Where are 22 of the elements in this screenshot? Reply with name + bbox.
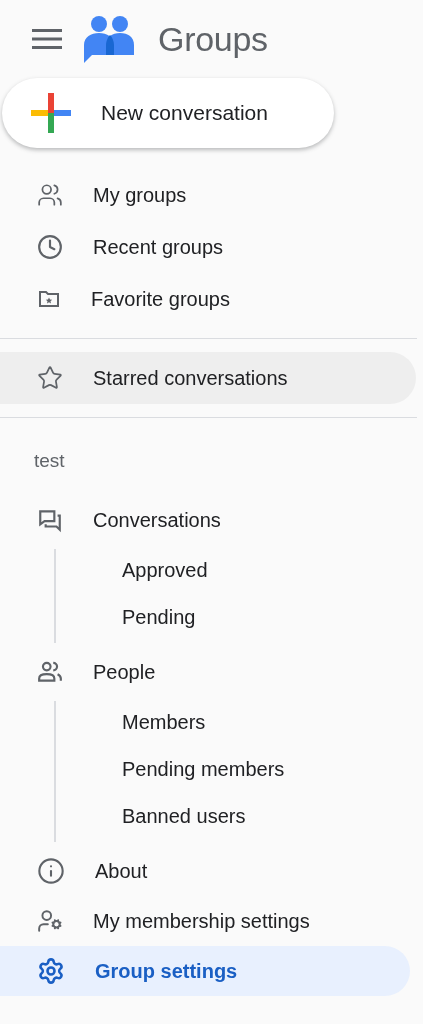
people-icon xyxy=(37,659,63,685)
people-icon xyxy=(37,182,63,208)
nav-item[interactable]: Conversations xyxy=(0,495,410,545)
nav-item[interactable]: My membership settings xyxy=(0,896,410,946)
menu-icon[interactable] xyxy=(30,28,64,50)
plus-icon xyxy=(31,93,71,133)
nav-item[interactable]: Starred conversations xyxy=(0,352,416,404)
nav-item[interactable]: My groups xyxy=(0,169,410,221)
nav-item[interactable]: Favorite groups xyxy=(0,273,410,325)
nav-item[interactable]: Group settings xyxy=(0,946,410,996)
new-conversation-button[interactable]: New conversation xyxy=(2,78,334,148)
app-title: Groups xyxy=(158,19,268,59)
nav-item[interactable]: Recent groups xyxy=(0,221,410,273)
settings-icon xyxy=(37,957,65,985)
star-icon xyxy=(37,365,63,391)
group-name: test xyxy=(33,449,66,473)
clock-icon xyxy=(37,234,63,260)
user-gear-icon xyxy=(37,908,63,934)
nav-item[interactable]: People xyxy=(0,647,410,697)
nav-item[interactable]: About xyxy=(0,846,410,896)
chat-icon xyxy=(37,507,63,533)
info-icon xyxy=(37,857,65,885)
